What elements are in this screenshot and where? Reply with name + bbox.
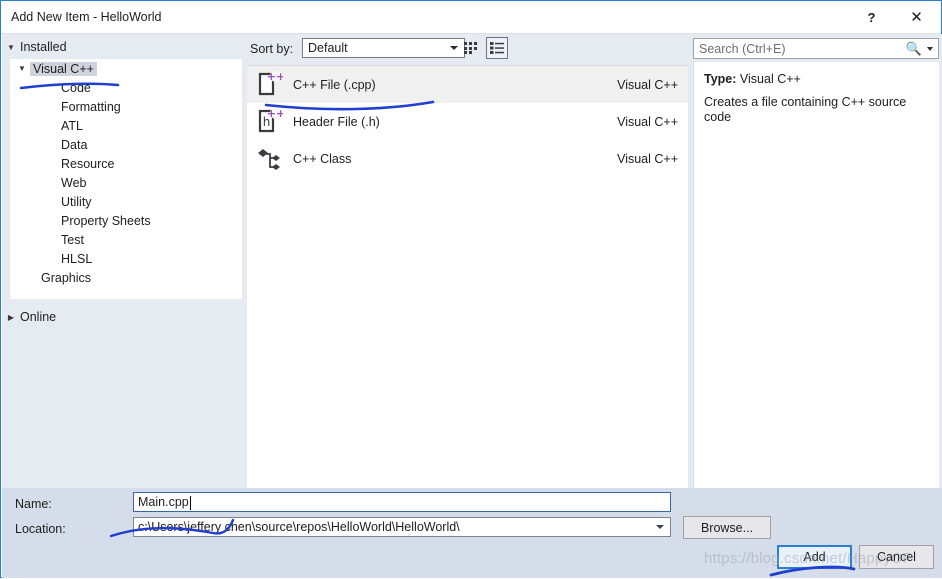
sidebar-item-label: Code [61,80,91,95]
type-row: Type: Visual C++ [704,72,801,86]
group-header-installed-label: Installed [20,40,67,54]
categories-panel: ▼ Installed ▼ Visual C++ Code Formatting… [2,34,242,500]
sidebar-item-label: Property Sheets [61,213,151,228]
sort-by-select[interactable]: Default [302,38,465,58]
group-header-online-label: Online [20,310,57,324]
sidebar-item-graphics[interactable]: Graphics [10,268,242,287]
list-item-name: C++ File (.cpp) [293,77,376,92]
list-item[interactable]: ++ C++ File (.cpp) Visual C++ [247,66,688,103]
sidebar-item-data[interactable]: Data [10,135,242,154]
chevron-down-icon [450,46,458,50]
sort-by-label: Sort by: [250,42,294,56]
sidebar-item-atl[interactable]: ATL [10,116,242,135]
chevron-down-icon: ▼ [18,64,26,73]
sidebar-item-formatting[interactable]: Formatting [10,97,242,116]
sidebar-item-label: Web [61,175,87,190]
sidebar-item-label: Graphics [41,270,92,285]
search-icon: 🔍 [905,41,922,56]
cpp-class-icon [247,140,293,177]
list-item-name: C++ Class [293,151,352,166]
list-view-button[interactable] [486,37,508,59]
sidebar-item-visual-cpp[interactable]: ▼ Visual C++ [10,59,242,78]
cpp-file-icon: ++ [247,66,293,103]
sidebar-item-web[interactable]: Web [10,173,242,192]
browse-button[interactable]: Browse... [683,516,771,539]
sidebar-item-label: Data [61,137,88,152]
list-item-origin: Visual C++ [617,114,678,129]
svg-text:++: ++ [267,71,283,83]
header-file-icon: h ++ [247,103,293,140]
sidebar-item-label: Utility [61,194,92,209]
add-new-item-dialog: Add New Item - HelloWorld ? ✕ ▼ Installe… [0,0,942,578]
sidebar-item-label: ATL [61,118,83,133]
description-box: Type: Visual C++ Creates a file containi… [693,62,939,495]
text-caret [190,496,191,510]
category-tree[interactable]: ▼ Visual C++ Code Formatting ATL Data Re… [10,59,242,299]
list-item-name: Header File (.h) [293,114,380,129]
chevron-down-icon[interactable] [656,525,664,529]
list-item[interactable]: C++ Class Visual C++ [247,140,688,177]
template-list[interactable]: ++ C++ File (.cpp) Visual C++ h ++ Heade… [247,65,688,495]
list-item-origin: Visual C++ [617,151,678,166]
sidebar-item-hlsl[interactable]: HLSL [10,249,242,268]
grid-view-button[interactable] [460,37,482,59]
grid-view-icon [464,42,477,54]
close-icon[interactable]: ✕ [894,1,939,33]
dialog-title: Add New Item - HelloWorld [11,10,162,24]
description-text: Creates a file containing C++ source cod… [704,95,907,124]
title-bar: Add New Item - HelloWorld ? ✕ [1,1,941,34]
details-panel: Search (Ctrl+E) 🔍 Type: Visual C++ Creat… [690,34,942,500]
list-item-origin: Visual C++ [617,77,678,92]
location-label: Location: [15,522,66,536]
sidebar-item-label: Resource [61,156,115,171]
sidebar-item-resource[interactable]: Resource [10,154,242,173]
location-value: c:\Users\jeffery chen\source\repos\Hello… [138,520,460,534]
sidebar-item-test[interactable]: Test [10,230,242,249]
sidebar-item-label: Formatting [61,99,121,114]
name-label: Name: [15,497,52,511]
chevron-right-icon: ▶ [7,312,15,322]
sidebar-item-utility[interactable]: Utility [10,192,242,211]
sidebar-item-label: HLSL [61,251,93,266]
watermark: https://blog.csdn.net/HappyCF [704,550,912,567]
group-header-installed[interactable]: ▼ Installed [2,36,242,58]
location-input[interactable]: c:\Users\jeffery chen\source\repos\Hello… [133,517,671,537]
sidebar-item-label: Visual C++ [30,61,97,76]
name-input[interactable]: Main.cpp [133,492,671,512]
search-placeholder: Search (Ctrl+E) [699,42,786,56]
search-input[interactable]: Search (Ctrl+E) 🔍 [693,38,939,59]
sidebar-item-label: Test [61,232,84,247]
type-label: Type: [704,72,737,86]
group-header-online[interactable]: ▶ Online [2,306,242,328]
chevron-down-icon: ▼ [7,42,15,52]
chevron-down-icon[interactable] [927,47,933,51]
list-view-icon [490,42,504,54]
help-button[interactable]: ? [849,1,894,33]
sidebar-item-property-sheets[interactable]: Property Sheets [10,211,242,230]
sidebar-item-code[interactable]: Code [10,78,242,97]
sort-by-value: Default [308,41,348,55]
type-value: Visual C++ [739,72,801,86]
name-value: Main.cpp [138,495,189,509]
list-item[interactable]: h ++ Header File (.h) Visual C++ [247,103,688,140]
sort-toolbar: Sort by: Default [242,34,690,65]
templates-panel: Sort by: Default + C++ File (.cpp) Visua… [242,34,690,500]
svg-text:++: ++ [267,108,283,120]
